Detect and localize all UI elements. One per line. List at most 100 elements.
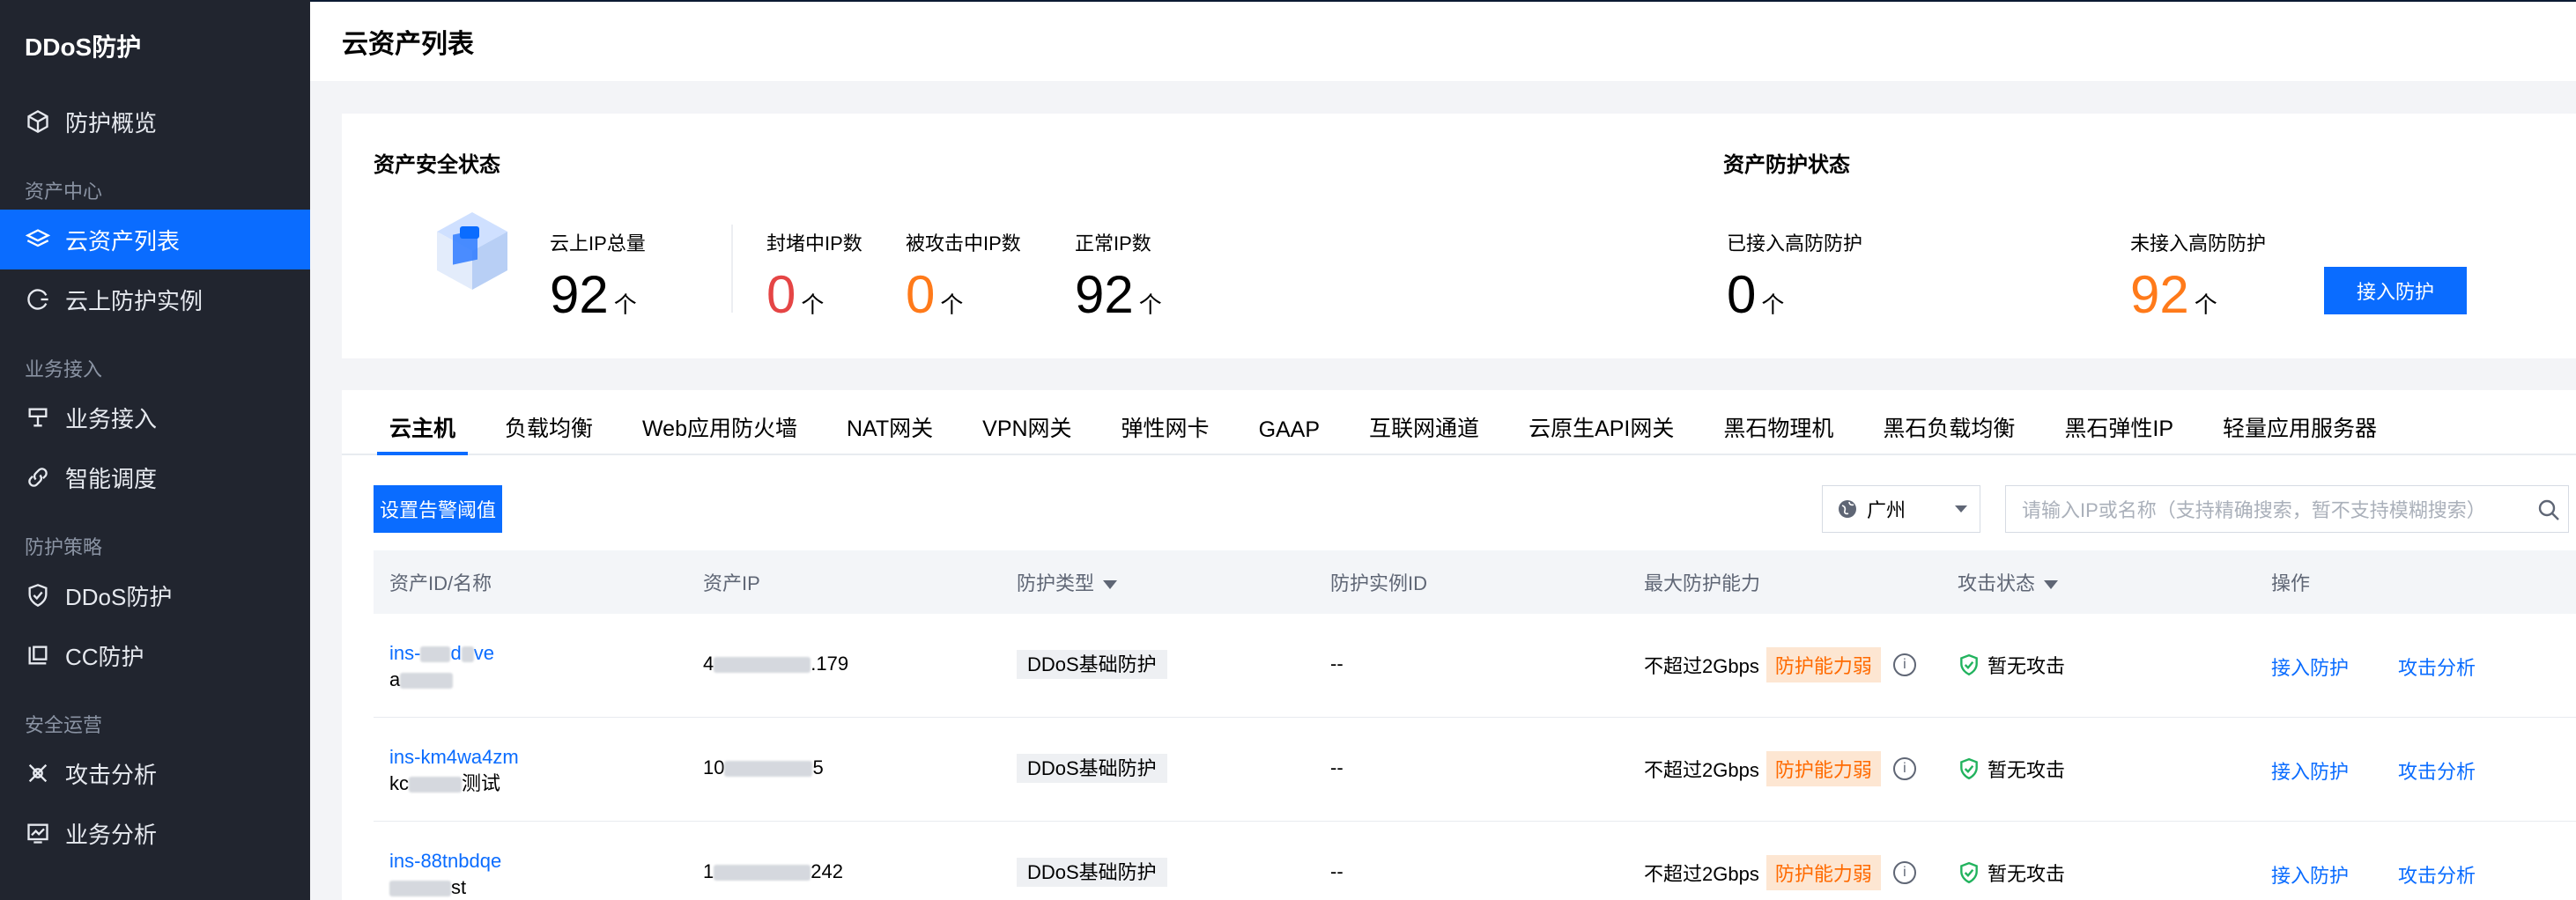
table-row: ins-km4wa4zm kc 测试 10 5 DDoS基础防护 -- 不超过2Gbps 防护能… <box>374 718 2576 822</box>
protection-type-cell: DDoS基础防护 <box>1017 753 1167 783</box>
stat-label: 正常IP数 <box>1075 232 1151 255</box>
asset-ip-cell: 10 5 <box>703 756 824 778</box>
tab-11[interactable]: 黑石弹性IP <box>2052 411 2186 454</box>
filter-icon[interactable] <box>2044 580 2059 590</box>
attack-status-cell: 暂无攻击 <box>1958 859 2065 887</box>
sidebar-brand: DDoS防护 <box>25 33 142 61</box>
connect-protection-link[interactable]: 接入防护 <box>2271 761 2349 783</box>
info-icon[interactable]: i <box>1892 653 1916 676</box>
sidebar-item-2[interactable]: 云资产列表 <box>0 210 310 269</box>
attack-status-cell: 暂无攻击 <box>1958 755 2065 783</box>
column-header: 防护实例ID <box>1330 572 1428 594</box>
stat-value: 0个 <box>1727 265 1785 324</box>
search-input[interactable]: 请输入IP或名称（支持精确搜索，暂不支持模糊搜索） <box>2005 485 2569 533</box>
connect-protection-link[interactable]: 接入防护 <box>2271 865 2349 887</box>
sidebar-item-label: 智能调度 <box>65 465 158 492</box>
stat-unit: 个 <box>1138 291 1162 318</box>
sidebar-item-8[interactable]: DDoS防护 <box>0 565 310 625</box>
layers-icon <box>25 226 51 253</box>
attack-status-cell: 暂无攻击 <box>1958 651 2065 679</box>
attack-analysis-link[interactable]: 攻击分析 <box>2398 657 2476 679</box>
chart-icon <box>25 820 51 846</box>
chevron-down-icon <box>1955 505 1967 513</box>
tab-8[interactable]: 云原生API网关 <box>1516 411 1686 454</box>
sidebar-item-label: 业务接入 <box>65 405 158 432</box>
region-select[interactable]: 广州 <box>1822 485 1980 533</box>
info-icon[interactable]: i <box>1892 861 1916 884</box>
server-illustration-icon <box>426 205 518 297</box>
shield-check-icon <box>1958 757 1980 780</box>
info-icon[interactable]: i <box>1892 757 1916 780</box>
sidebar-item-6[interactable]: 智能调度 <box>0 447 310 507</box>
globe-icon <box>1837 498 1858 520</box>
cube-icon <box>25 108 51 135</box>
stat-block: 封堵中IP数 0 个 <box>766 228 862 321</box>
crosshair-icon <box>25 760 51 786</box>
stat-block: 未接入高防防护 92 个 <box>2130 228 2266 321</box>
weak-protection-badge: 防护能力弱 <box>1765 647 1881 682</box>
connect-protection-button[interactable]: 接入防护 <box>2324 267 2467 314</box>
column-header: 资产IP <box>703 572 760 594</box>
asset-id-cell: ins-km4wa4zm kc 测试 <box>389 744 519 797</box>
tab-10[interactable]: 黑石负载均衡 <box>1870 411 2027 454</box>
max-capacity-cell: 不超过2Gbps 防护能力弱 i <box>1644 647 1916 682</box>
actions-cell: 接入防护 攻击分析 <box>2271 756 2476 785</box>
sidebar-item-label: CC防护 <box>65 643 144 670</box>
sidebar-item-label: 攻击分析 <box>65 761 158 788</box>
sidebar-item-5[interactable]: 业务接入 <box>0 387 310 447</box>
tab-2[interactable]: Web应用防火墙 <box>630 411 810 454</box>
plug-icon <box>25 404 51 431</box>
stat-label: 云上IP总量 <box>550 232 646 255</box>
search-icon[interactable] <box>2536 498 2561 522</box>
tab-3[interactable]: NAT网关 <box>834 411 945 454</box>
sidebar-item-12[interactable]: 业务分析 <box>0 803 310 863</box>
table-header: 资产ID/名称 资产IP 防护类型 防护实例ID 最大防护能力 攻击状态 操作 <box>374 550 2576 614</box>
attack-analysis-link[interactable]: 攻击分析 <box>2398 761 2476 783</box>
region-select-value: 广州 <box>1867 499 1906 521</box>
stat-block: 正常IP数 92 个 <box>1075 228 1162 321</box>
asset-id-link[interactable]: ins-88tnbdqe <box>389 848 501 874</box>
stat-label: 已接入高防防护 <box>1727 232 1863 255</box>
tab-6[interactable]: GAAP <box>1247 417 1332 454</box>
instance-id-cell: -- <box>1330 860 1344 882</box>
asset-id-cell: ins-88tnbdqe st <box>389 848 501 900</box>
column-header[interactable]: 防护类型 <box>1017 568 1118 596</box>
sidebar: DDoS防护 防护概览 资产中心 云资产列表 云上防护实例 业务接入 业务接入 智能调度 防护… <box>0 0 310 900</box>
asset-name: a <box>389 667 494 693</box>
shield-check-icon <box>1958 653 1980 676</box>
ring-icon <box>25 286 51 313</box>
tab-0[interactable]: 云主机 <box>377 411 469 455</box>
table-row: ins-d ve a 4.179 DDoS基础防护 -- 不超过2Gbps 防护能力弱 i 暂无攻… <box>374 614 2576 718</box>
stat-unit: 个 <box>613 291 637 318</box>
sidebar-item-9[interactable]: CC防护 <box>0 625 310 685</box>
asset-type-tabs: 云主机 负载均衡 Web应用防火墙 NAT网关 VPN网关 弹性网卡 GAAP 互联网通道 云原… <box>342 390 2576 455</box>
sidebar-item-11[interactable]: 攻击分析 <box>0 743 310 803</box>
filter-icon[interactable] <box>1103 580 1118 590</box>
asset-id-link[interactable]: ins-d ve <box>389 640 494 667</box>
sidebar-item-3[interactable]: 云上防护实例 <box>0 269 310 329</box>
card-title: 资产安全状态 <box>374 153 500 177</box>
asset-protection-card: 资产防护状态 已接入高防防护 0 个 未接入高防防护 92 个 接入防护 <box>1691 114 2576 358</box>
stat-value: 92 个 <box>550 265 637 324</box>
sidebar-item-0[interactable]: 防护概览 <box>0 92 310 151</box>
max-capacity-cell: 不超过2Gbps 防护能力弱 i <box>1644 751 1916 786</box>
actions-cell: 接入防护 攻击分析 <box>2271 860 2476 889</box>
connect-protection-link[interactable]: 接入防护 <box>2271 657 2349 679</box>
column-header[interactable]: 攻击状态 <box>1958 568 2059 596</box>
tab-9[interactable]: 黑石物理机 <box>1711 411 1846 454</box>
asset-id-link[interactable]: ins-km4wa4zm <box>389 744 519 771</box>
sidebar-item-label: DDoS防护 <box>65 583 173 610</box>
stat-label: 未接入高防防护 <box>2130 232 2267 255</box>
attack-analysis-link[interactable]: 攻击分析 <box>2398 865 2476 887</box>
sidebar-group-label: 资产中心 <box>25 181 103 203</box>
tab-7[interactable]: 互联网通道 <box>1357 411 1492 454</box>
tab-12[interactable]: 轻量应用服务器 <box>2210 411 2389 454</box>
tab-1[interactable]: 负载均衡 <box>492 411 605 454</box>
instance-id-cell: -- <box>1330 756 1344 778</box>
tab-4[interactable]: VPN网关 <box>970 411 1084 454</box>
weak-protection-badge: 防护能力弱 <box>1765 855 1881 890</box>
asset-name: st <box>389 874 501 900</box>
set-alert-threshold-button[interactable]: 设置告警阈值 <box>374 485 502 533</box>
asset-name: kc 测试 <box>389 772 501 794</box>
tab-5[interactable]: 弹性网卡 <box>1109 411 1222 454</box>
